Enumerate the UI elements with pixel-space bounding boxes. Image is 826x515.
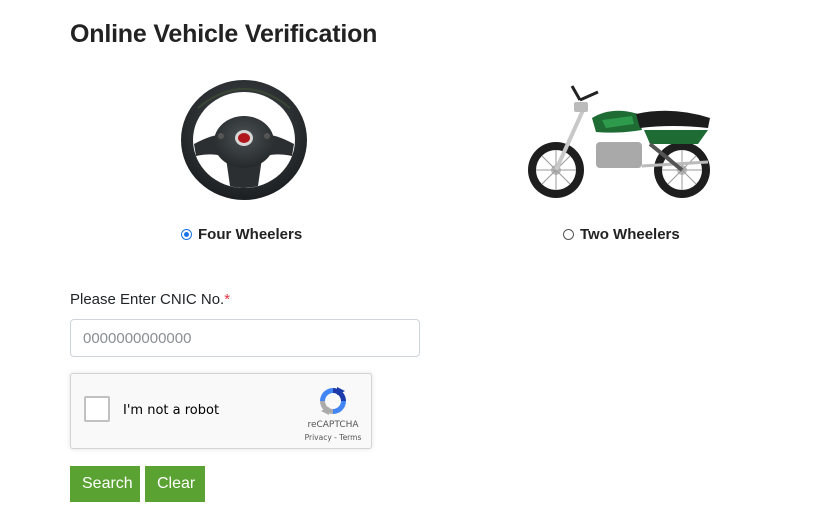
search-button[interactable]: Search [70, 466, 140, 502]
motorcycle-icon [528, 85, 710, 198]
required-mark: * [224, 291, 231, 308]
two-wheelers-radio[interactable] [563, 229, 574, 240]
recaptcha-checkbox[interactable] [84, 396, 110, 422]
two-wheelers-option[interactable]: Two Wheelers [563, 226, 680, 243]
two-wheelers-label[interactable]: Two Wheelers [580, 226, 680, 243]
steering-wheel-icon [181, 80, 307, 200]
recaptcha-brand: reCAPTCHA [307, 420, 359, 430]
four-wheelers-label[interactable]: Four Wheelers [198, 226, 302, 243]
recaptcha-label: I'm not a robot [123, 403, 220, 418]
cnic-input[interactable] [70, 319, 420, 357]
cnic-label-text: Please Enter CNIC No. [70, 291, 225, 308]
four-wheelers-radio[interactable] [181, 229, 192, 240]
recaptcha-widget: I'm not a robot reCAPTCHA Privacy - Term… [70, 373, 372, 449]
cnic-label: Please Enter CNIC No.* [70, 291, 230, 308]
clear-button[interactable]: Clear [145, 466, 205, 502]
privacy-link[interactable]: Privacy [305, 433, 332, 442]
terms-link[interactable]: Terms [339, 433, 361, 442]
page-title: Online Vehicle Verification [70, 20, 378, 48]
four-wheelers-option[interactable]: Four Wheelers [181, 226, 302, 243]
recaptcha-logo-icon [320, 387, 346, 415]
recaptcha-links: Privacy - Terms [296, 433, 370, 442]
